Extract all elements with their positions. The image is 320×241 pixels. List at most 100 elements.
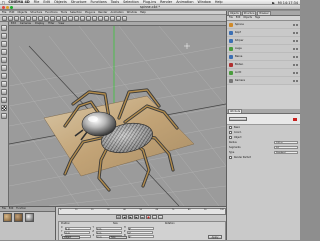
mat-menu-file[interactable]: File [2, 207, 6, 211]
mac-menu-edit[interactable]: Edit [43, 0, 50, 4]
animation-mode-icon[interactable] [1, 81, 7, 87]
object-row[interactable]: Kopf [227, 29, 300, 37]
keyframe-icon[interactable] [158, 215, 163, 219]
menu-plugins[interactable]: Plug-ins [85, 11, 95, 14]
object-row[interactable]: Auge [227, 45, 300, 53]
go-to-start-icon[interactable]: ⏮ [116, 215, 121, 219]
menu-structure[interactable]: Structure [30, 11, 42, 14]
menu-edit[interactable]: Edit [9, 11, 14, 14]
mac-menu-functions[interactable]: Functions [91, 0, 107, 4]
snap-icon[interactable] [1, 97, 7, 103]
mac-menu-render[interactable]: Render [160, 0, 172, 4]
render-view-icon[interactable] [62, 16, 67, 21]
object-row[interactable]: Kamera [227, 77, 300, 85]
menu-animation[interactable]: Animation [110, 11, 123, 14]
coords-mode-select[interactable]: Object [62, 235, 80, 239]
viewport-menu-display[interactable]: Display [35, 22, 44, 25]
close-window-button[interactable] [2, 6, 5, 9]
z-axis-icon[interactable] [50, 16, 55, 21]
render-settings-icon[interactable] [74, 16, 79, 21]
texture-mode-icon[interactable] [1, 41, 7, 47]
visibility-dots[interactable] [293, 71, 298, 74]
clock[interactable]: Mi 14:17:34 [278, 1, 298, 5]
axis-mode-icon[interactable] [1, 49, 7, 55]
menu-window[interactable]: Window [127, 11, 137, 14]
next-frame-icon[interactable]: ▶ [134, 215, 139, 219]
menu-help[interactable]: Help [140, 11, 146, 14]
menu-objects[interactable]: Objects [17, 11, 27, 14]
object-row[interactable]: Beine [227, 53, 300, 61]
om-menu-objects[interactable]: Objects [243, 16, 252, 20]
material-swatch[interactable] [14, 213, 23, 222]
material-swatch[interactable] [3, 213, 12, 222]
rotate-icon[interactable] [32, 16, 37, 21]
coords-size-select[interactable]: Size [109, 235, 127, 239]
x-axis-icon[interactable] [38, 16, 43, 21]
layout-icon[interactable] [1, 113, 7, 119]
go-to-end-icon[interactable]: ⏭ [140, 215, 145, 219]
attribute-checkbox[interactable] [229, 126, 232, 129]
attribute-field[interactable]: 100 m [274, 141, 298, 144]
move-icon[interactable] [20, 16, 25, 21]
mac-menu-tools[interactable]: Tools [111, 0, 119, 4]
workplane-icon[interactable] [1, 89, 7, 95]
checkerboard-icon[interactable] [1, 105, 7, 111]
attribute-field[interactable]: 24 [274, 146, 298, 149]
apply-button[interactable]: Apply [208, 235, 222, 239]
mac-menu-plug-ins[interactable]: Plug-ins [143, 0, 156, 4]
viewport-menu-edit[interactable]: Edit [11, 22, 16, 25]
model-mode-icon[interactable] [1, 25, 7, 31]
apple-icon[interactable]:  [2, 0, 4, 4]
zoom-window-button[interactable] [10, 6, 13, 9]
mat-menu-function[interactable]: Function [16, 207, 26, 211]
mac-menu-help[interactable]: Help [215, 0, 223, 4]
minimize-window-button[interactable] [6, 6, 9, 9]
viewport-menu-view[interactable]: View [58, 22, 64, 25]
y-axis-icon[interactable] [44, 16, 49, 21]
camera-icon[interactable] [116, 16, 121, 21]
mac-menu-file[interactable]: File [34, 0, 40, 4]
timeline-ruler[interactable]: 0 10 20 30 40 50 60 70 80 90 100 [58, 208, 226, 215]
object-mode-icon[interactable] [1, 33, 7, 39]
play-icon[interactable]: ▶ [128, 215, 133, 219]
menu-file[interactable]: File [2, 11, 6, 14]
menu-tools[interactable]: Tools [61, 11, 67, 14]
material-swatch[interactable] [25, 213, 34, 222]
coord-field[interactable]: 0° [127, 234, 154, 239]
coord-field[interactable]: 0 m [95, 230, 122, 235]
light-gizmo[interactable] [184, 43, 190, 49]
nurbs-icon[interactable] [92, 16, 97, 21]
viewport-menu-cameras[interactable]: Cameras [20, 22, 31, 25]
attribute-checkbox[interactable] [229, 156, 232, 159]
visibility-dots[interactable] [293, 31, 298, 34]
edges-mode-icon[interactable] [1, 65, 7, 71]
object-row[interactable]: Licht [227, 69, 300, 77]
menu-selection[interactable]: Selection [70, 11, 82, 14]
coordinate-system-icon[interactable] [56, 16, 61, 21]
redo-icon[interactable] [8, 16, 13, 21]
visibility-dots[interactable] [293, 39, 298, 42]
attribute-checkbox[interactable] [229, 136, 232, 139]
attribute-checkbox[interactable] [229, 131, 232, 134]
polygons-mode-icon[interactable] [1, 73, 7, 79]
visibility-dots[interactable] [293, 79, 298, 82]
object-list-empty-area[interactable] [227, 85, 300, 109]
om-menu-edit[interactable]: Edit [236, 16, 240, 20]
app-name[interactable]: CINEMA 4D [8, 0, 29, 4]
coord-field[interactable]: 0° [127, 226, 154, 231]
mac-menu-structure[interactable]: Structure [71, 0, 87, 4]
mac-menu-objects[interactable]: Objects [54, 0, 67, 4]
mac-menu-window[interactable]: Window [197, 0, 210, 4]
visibility-dots[interactable] [293, 47, 298, 50]
previous-frame-icon[interactable]: ◀ [122, 215, 127, 219]
tab-browser[interactable]: Browser [257, 11, 271, 15]
visibility-dots[interactable] [293, 55, 298, 58]
coord-field[interactable]: 0 m [95, 226, 122, 231]
tab-objects[interactable]: Objects [228, 11, 241, 15]
attribute-mode-button[interactable] [229, 117, 247, 121]
spline-icon[interactable] [86, 16, 91, 21]
menu-functions[interactable]: Functions [45, 11, 57, 14]
deformer-icon[interactable] [104, 16, 109, 21]
volume-icon[interactable]: ▶ [272, 1, 275, 5]
attribute-field[interactable]: Standard [274, 151, 298, 154]
